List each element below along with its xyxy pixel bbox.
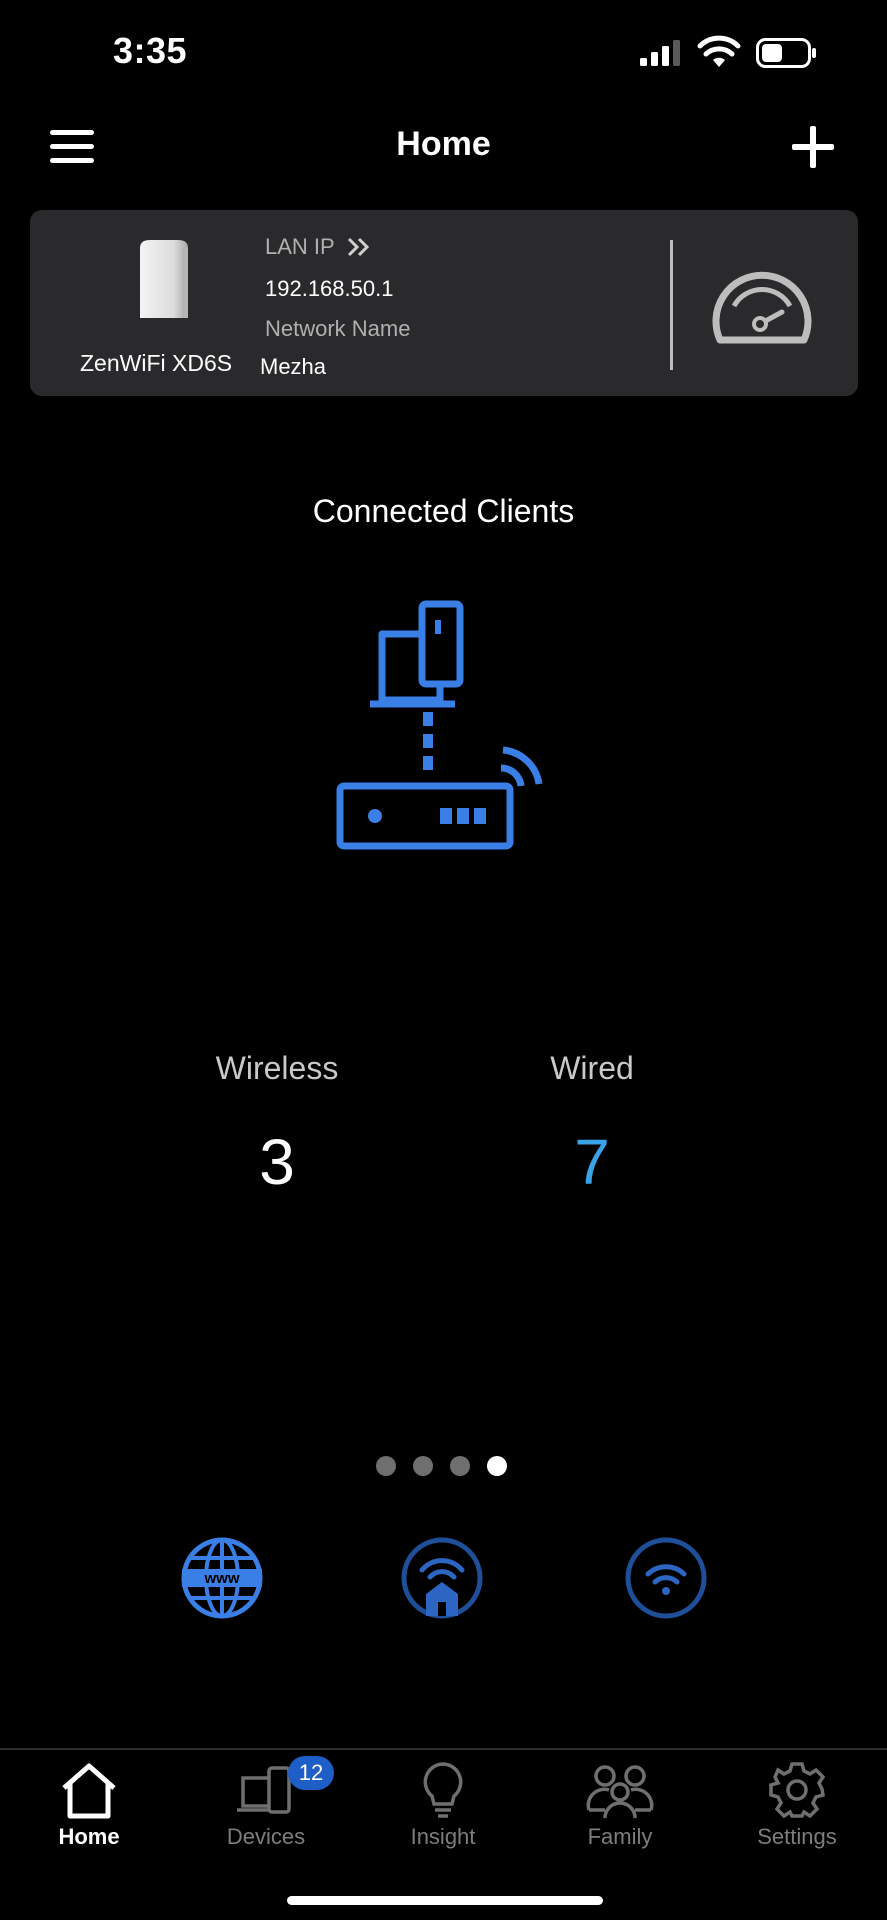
status-time: 3:35: [113, 30, 188, 71]
tab-settings[interactable]: Settings: [727, 1760, 867, 1860]
gear-icon: [769, 1762, 826, 1819]
wireless-stat[interactable]: Wireless 3: [167, 1050, 387, 1199]
tab-settings-label: Settings: [757, 1824, 837, 1849]
connected-clients-illustration: [336, 600, 543, 850]
tab-devices[interactable]: 12 Devices: [196, 1756, 336, 1860]
speedometer-icon[interactable]: [710, 270, 814, 346]
status-bar: 3:35: [0, 0, 887, 100]
page-title: Home: [396, 125, 491, 163]
wifi-icon[interactable]: [624, 1536, 708, 1620]
double-chevron-right-icon: [347, 237, 369, 257]
tab-insight[interactable]: Insight: [373, 1760, 513, 1860]
page-dot[interactable]: [413, 1456, 433, 1476]
battery-icon: [756, 38, 816, 68]
home-screen: 3:35 Home ZenWiFi XD6S LAN IP 192.168.50…: [0, 0, 887, 1920]
wireless-count: 3: [259, 1126, 295, 1198]
network-name-label: Network Name: [265, 316, 411, 341]
connected-clients-title: Connected Clients: [312, 493, 575, 529]
nav-bar: Home: [0, 110, 887, 180]
tab-insight-label: Insight: [410, 1824, 476, 1849]
lan-ip-value: 192.168.50.1: [265, 276, 394, 301]
network-name-value: Mezha: [260, 354, 327, 379]
card-divider: [670, 240, 673, 370]
router-info-card[interactable]: ZenWiFi XD6S LAN IP 192.168.50.1 Network…: [30, 210, 858, 396]
svg-text:www: www: [203, 1570, 239, 1587]
home-network-icon[interactable]: [400, 1536, 484, 1620]
wired-label: Wired: [550, 1050, 634, 1086]
tab-devices-label: Devices: [226, 1824, 306, 1849]
page-dot[interactable]: [376, 1456, 396, 1476]
page-dot[interactable]: [450, 1456, 470, 1476]
lan-ip-link[interactable]: LAN IP: [265, 234, 373, 260]
lan-ip-label: LAN IP: [265, 234, 335, 259]
home-indicator: [287, 1896, 603, 1905]
tab-family-label: Family: [587, 1824, 653, 1849]
internet-globe-icon[interactable]: www: [180, 1536, 264, 1620]
cellular-signal-icon: [640, 40, 680, 66]
tab-family[interactable]: Family: [550, 1760, 690, 1860]
tab-home-label: Home: [58, 1824, 120, 1849]
lightbulb-icon: [423, 1762, 463, 1818]
plus-icon[interactable]: [790, 124, 836, 170]
home-icon: [62, 1763, 116, 1819]
wifi-status-icon: [697, 35, 741, 67]
wireless-label: Wireless: [215, 1050, 339, 1086]
wired-stat[interactable]: Wired 7: [482, 1050, 702, 1199]
router-device-image: [140, 240, 188, 318]
wired-count: 7: [574, 1126, 610, 1198]
device-name: ZenWiFi XD6S: [80, 350, 233, 376]
family-icon: [586, 1765, 654, 1819]
bottom-tab-bar: Home 12 Devices Insight Family Settings: [0, 1748, 887, 1920]
devices-badge: 12: [288, 1756, 334, 1790]
page-dot-active[interactable]: [487, 1456, 507, 1476]
page-indicator[interactable]: [376, 1456, 507, 1476]
tab-home[interactable]: Home: [19, 1760, 159, 1860]
